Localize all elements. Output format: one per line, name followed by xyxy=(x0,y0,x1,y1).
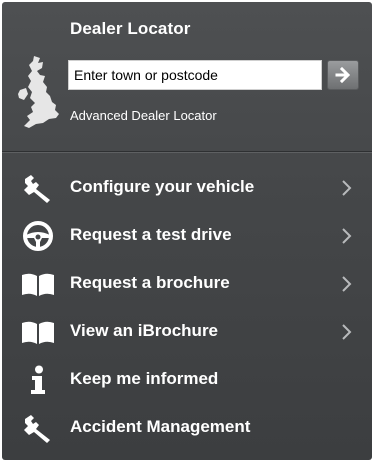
advanced-dealer-locator-link[interactable]: Advanced Dealer Locator xyxy=(70,108,217,123)
menu-item-label: Keep me informed xyxy=(70,369,219,388)
chevron-right-icon xyxy=(342,324,352,340)
menu-item-configure-vehicle[interactable]: Configure your vehicle xyxy=(2,164,372,212)
arrow-right-icon xyxy=(335,66,351,84)
postcode-search-input[interactable] xyxy=(68,60,322,90)
info-icon xyxy=(20,364,56,396)
action-menu: Configure your vehicle Request a test dr… xyxy=(2,164,372,452)
side-panel: Dealer Locator Advanced Dealer Locator C… xyxy=(2,2,372,460)
chevron-right-icon xyxy=(342,180,352,196)
book-icon xyxy=(20,316,56,348)
menu-item-label: Accident Management xyxy=(70,417,251,436)
book-icon xyxy=(20,268,56,300)
menu-item-brochure[interactable]: Request a brochure xyxy=(2,260,372,308)
menu-item-accident-management[interactable]: Accident Management xyxy=(2,404,372,452)
search-go-button[interactable] xyxy=(327,60,359,90)
menu-item-label: Configure your vehicle xyxy=(70,177,255,196)
steering-wheel-icon xyxy=(20,220,56,252)
wrench-icon xyxy=(20,412,56,444)
menu-item-label: Request a brochure xyxy=(70,273,230,292)
section-divider xyxy=(2,151,372,153)
menu-item-ibrochure[interactable]: View an iBrochure xyxy=(2,308,372,356)
menu-item-label: View an iBrochure xyxy=(70,321,219,340)
menu-item-keep-informed[interactable]: Keep me informed xyxy=(2,356,372,404)
dealer-locator-title: Dealer Locator xyxy=(70,19,191,38)
menu-item-label: Request a test drive xyxy=(70,225,232,244)
chevron-right-icon xyxy=(342,228,352,244)
wrench-icon xyxy=(20,172,56,204)
chevron-right-icon xyxy=(342,276,352,292)
uk-map-icon xyxy=(18,56,59,128)
dealer-locator: Dealer Locator Advanced Dealer Locator xyxy=(2,2,372,146)
menu-item-test-drive[interactable]: Request a test drive xyxy=(2,212,372,260)
